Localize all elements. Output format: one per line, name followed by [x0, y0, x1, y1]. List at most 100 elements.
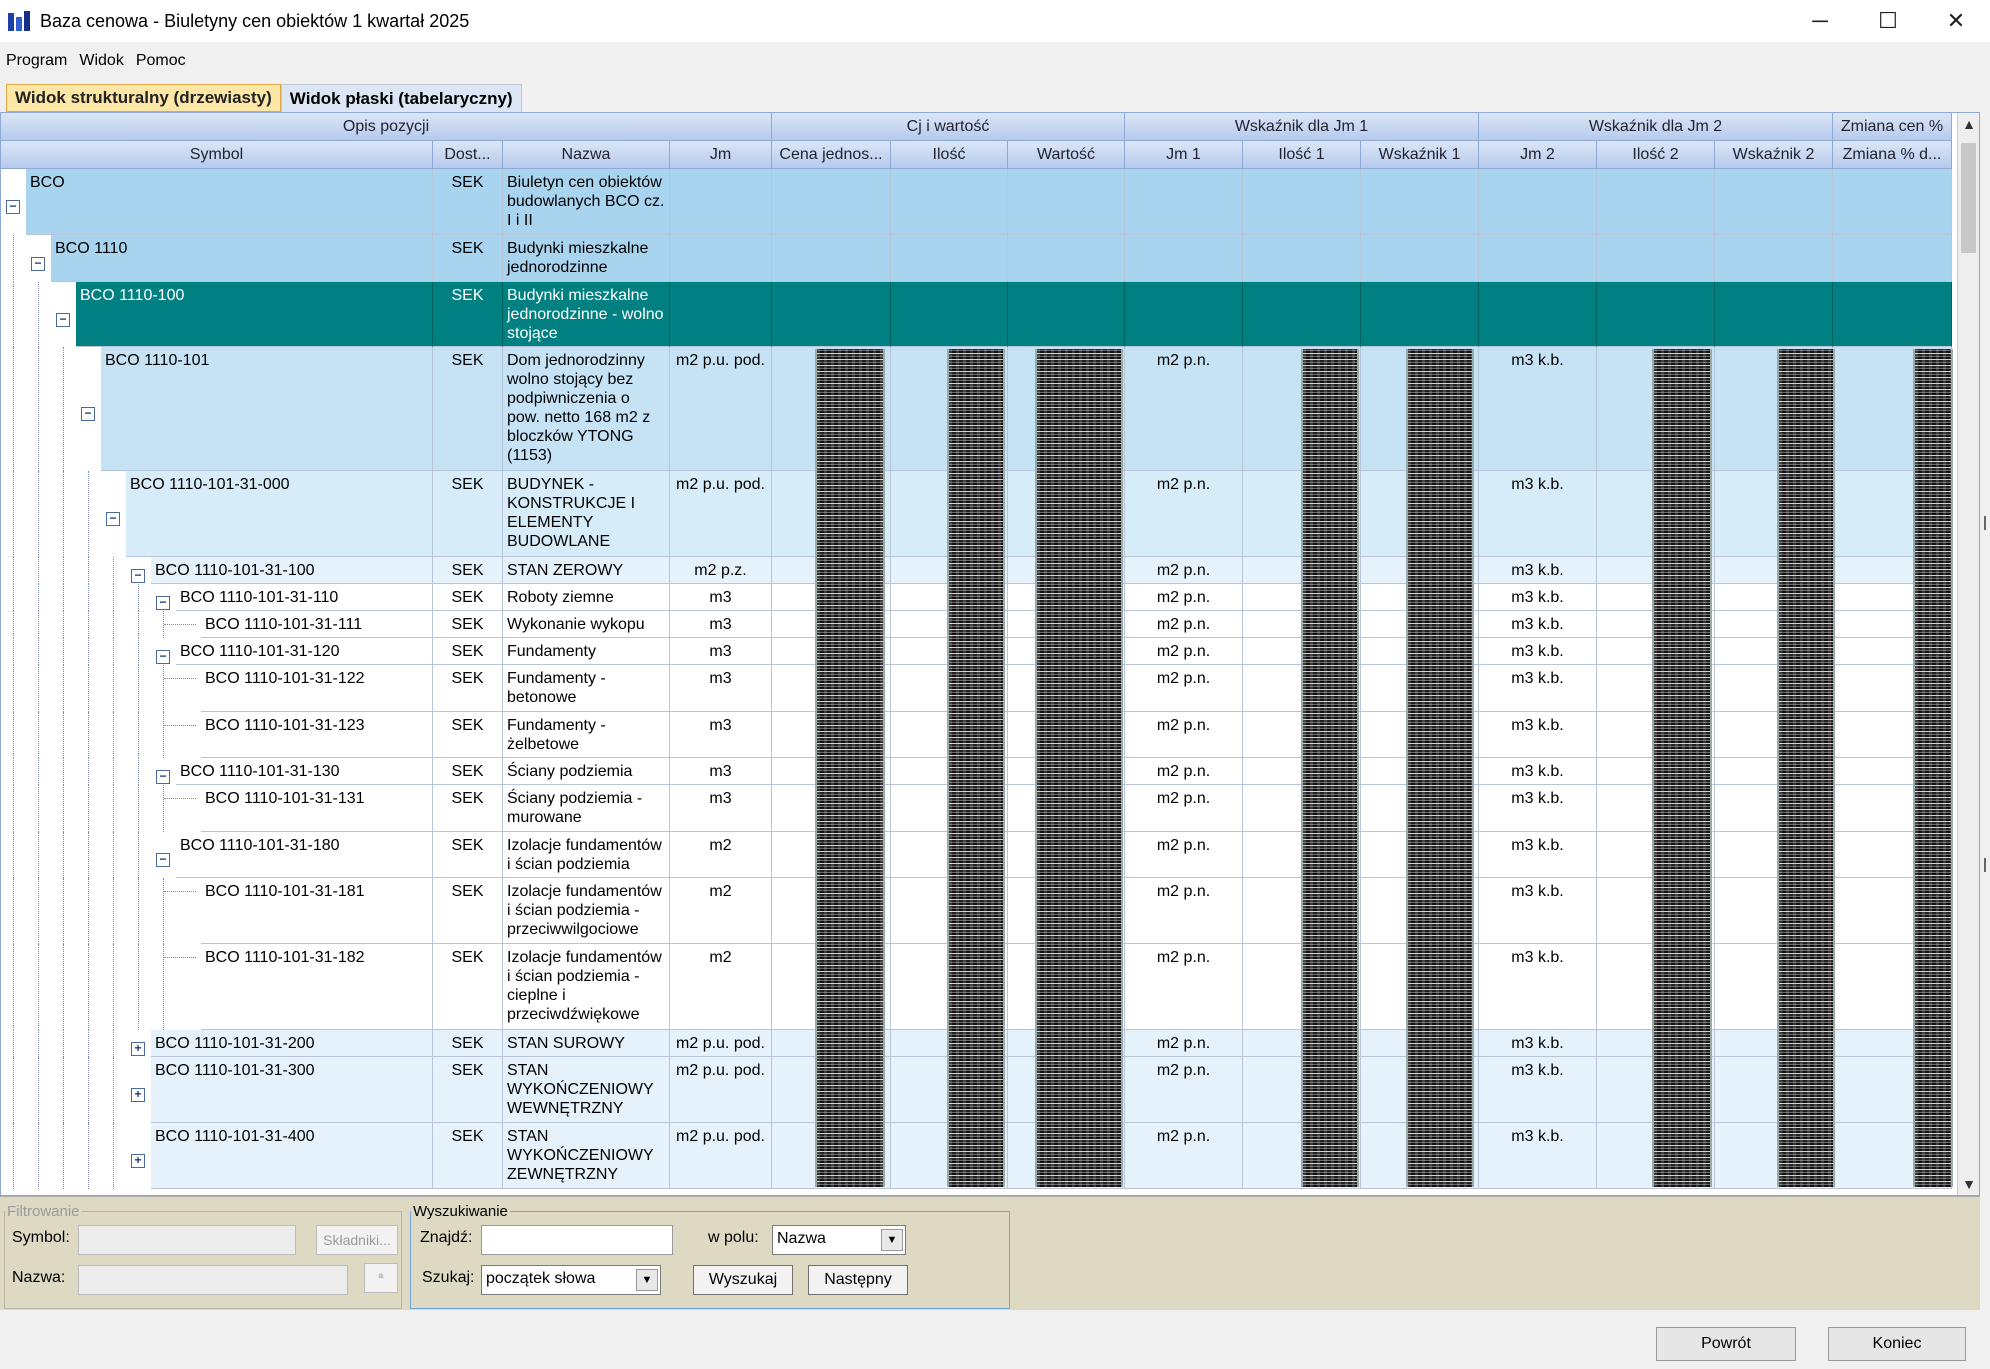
collapse-icon[interactable]: −	[131, 569, 145, 583]
collapse-icon[interactable]: −	[56, 313, 70, 327]
symbol-cell[interactable]: BCO 1110-101-31-131	[201, 785, 433, 832]
column-header[interactable]: Jm 1	[1125, 141, 1243, 169]
unit2-cell[interactable]: m3 k.b.	[1479, 1030, 1597, 1057]
unit1-cell[interactable]: m2 p.n.	[1125, 878, 1243, 944]
unit2-cell[interactable]: m3 k.b.	[1479, 584, 1597, 611]
column-header[interactable]: Cena jednos...	[772, 141, 891, 169]
name-cell[interactable]: Budynki mieszkalne jednorodzinne	[503, 235, 670, 282]
quantity1-cell[interactable]	[1243, 169, 1361, 235]
name-cell[interactable]: STAN SUROWY	[503, 1030, 670, 1057]
unit1-cell[interactable]	[1125, 169, 1243, 235]
symbol-cell[interactable]: BCO 1110-101-31-100	[151, 557, 433, 584]
unit-cell[interactable]: m2 p.z.	[670, 557, 772, 584]
collapse-icon[interactable]: −	[156, 770, 170, 784]
unit1-cell[interactable]: m2 p.n.	[1125, 557, 1243, 584]
column-header[interactable]: Jm	[670, 141, 772, 169]
name-filter-input[interactable]	[78, 1265, 348, 1295]
column-header[interactable]: Zmiana % d...	[1833, 141, 1952, 169]
unit1-cell[interactable]: m2 p.n.	[1125, 1123, 1243, 1189]
supplier-cell[interactable]: SEK	[433, 638, 503, 665]
back-button[interactable]: Powrót	[1656, 1327, 1796, 1361]
symbol-cell[interactable]: BCO 1110-100	[76, 282, 433, 347]
indicator2-cell[interactable]	[1715, 282, 1833, 347]
filter-apply-button[interactable]: ª	[364, 1263, 398, 1293]
unit-cell[interactable]: m2 p.u. pod.	[670, 471, 772, 557]
menu-widok[interactable]: Widok	[73, 52, 129, 70]
collapse-icon[interactable]: −	[31, 257, 45, 271]
unit2-cell[interactable]: m3 k.b.	[1479, 1123, 1597, 1189]
supplier-cell[interactable]: SEK	[433, 832, 503, 878]
indicator1-cell[interactable]	[1361, 169, 1479, 235]
name-cell[interactable]: BUDYNEK - KONSTRUKCJE I ELEMENTY BUDOWLA…	[503, 471, 670, 557]
collapse-icon[interactable]: −	[156, 650, 170, 664]
tab-structural-view[interactable]: Widok strukturalny (drzewiasty)	[6, 84, 281, 112]
column-header[interactable]: Ilość 2	[1597, 141, 1715, 169]
unit2-cell[interactable]: m3 k.b.	[1479, 471, 1597, 557]
column-header[interactable]: Wskaźnik 1	[1361, 141, 1479, 169]
table-row[interactable]: BCO 1110− SEK Budynki mieszkalne jednorodz…	[1, 235, 1959, 282]
supplier-cell[interactable]: SEK	[433, 785, 503, 832]
end-button[interactable]: Koniec	[1828, 1327, 1966, 1361]
unit-cell[interactable]: m2	[670, 832, 772, 878]
value-cell[interactable]	[1008, 169, 1125, 235]
symbol-cell[interactable]: BCO 1110-101-31-200	[151, 1030, 433, 1057]
symbol-cell[interactable]: BCO 1110-101-31-123	[201, 712, 433, 758]
maximize-button[interactable]: ☐	[1854, 0, 1922, 42]
scroll-thumb[interactable]	[1961, 143, 1976, 253]
supplier-cell[interactable]: SEK	[433, 665, 503, 712]
name-cell[interactable]: STAN WYKOŃCZENIOWY ZEWNĘTRZNY	[503, 1123, 670, 1189]
column-header[interactable]: Dost...	[433, 141, 503, 169]
expand-icon[interactable]: +	[131, 1088, 145, 1102]
supplier-cell[interactable]: SEK	[433, 878, 503, 944]
supplier-cell[interactable]: SEK	[433, 1030, 503, 1057]
indicator1-cell[interactable]	[1361, 282, 1479, 347]
name-cell[interactable]: STAN ZEROWY	[503, 557, 670, 584]
unit1-cell[interactable]: m2 p.n.	[1125, 785, 1243, 832]
unit1-cell[interactable]: m2 p.n.	[1125, 665, 1243, 712]
column-header[interactable]: Symbol	[1, 141, 433, 169]
collapse-icon[interactable]: −	[156, 596, 170, 610]
name-cell[interactable]: Wykonanie wykopu	[503, 611, 670, 638]
symbol-cell[interactable]: BCO 1110-101-31-181	[201, 878, 433, 944]
symbol-cell[interactable]: BCO 1110-101-31-180	[176, 832, 433, 878]
column-header[interactable]: Jm 2	[1479, 141, 1597, 169]
name-cell[interactable]: Izolacje fundamentów i ścian podziemia	[503, 832, 670, 878]
unit2-cell[interactable]	[1479, 282, 1597, 347]
symbol-cell[interactable]: BCO 1110-101-31-122	[201, 665, 433, 712]
indicator2-cell[interactable]	[1715, 169, 1833, 235]
unit2-cell[interactable]: m3 k.b.	[1479, 611, 1597, 638]
symbol-filter-input[interactable]	[78, 1225, 296, 1255]
unit1-cell[interactable]: m2 p.n.	[1125, 347, 1243, 471]
quantity-cell[interactable]	[891, 235, 1008, 282]
scroll-down-icon[interactable]: ▼	[1958, 1173, 1979, 1195]
table-row[interactable]: BCO − SEK Biuletyn cen obiektów budowlanych…	[1, 169, 1959, 235]
unit1-cell[interactable]: m2 p.n.	[1125, 1030, 1243, 1057]
symbol-cell[interactable]: BCO 1110-101-31-120	[176, 638, 433, 665]
supplier-cell[interactable]: SEK	[433, 235, 503, 282]
name-cell[interactable]: Izolacje fundamentów i ścian podziemia -…	[503, 878, 670, 944]
supplier-cell[interactable]: SEK	[433, 944, 503, 1030]
name-cell[interactable]: Fundamenty - żelbetowe	[503, 712, 670, 758]
expand-icon[interactable]: +	[131, 1042, 145, 1056]
table-row[interactable]: BCO 1110-100− SEK Budynki mieszkalne jedno…	[1, 282, 1959, 347]
symbol-cell[interactable]: BCO 1110-101-31-400	[151, 1123, 433, 1189]
symbol-cell[interactable]: BCO	[26, 169, 433, 235]
unit2-cell[interactable]: m3 k.b.	[1479, 347, 1597, 471]
column-header[interactable]: Wskaźnik 2	[1715, 141, 1833, 169]
supplier-cell[interactable]: SEK	[433, 557, 503, 584]
unit-cell[interactable]: m2 p.u. pod.	[670, 1057, 772, 1123]
unit2-cell[interactable]: m3 k.b.	[1479, 832, 1597, 878]
unit-cell[interactable]	[670, 235, 772, 282]
symbol-cell[interactable]: BCO 1110-101-31-000	[126, 471, 433, 557]
symbol-cell[interactable]: BCO 1110-101-31-130	[176, 758, 433, 785]
supplier-cell[interactable]: SEK	[433, 1123, 503, 1189]
name-cell[interactable]: Fundamenty	[503, 638, 670, 665]
collapse-icon[interactable]: −	[106, 512, 120, 526]
unit1-cell[interactable]: m2 p.n.	[1125, 584, 1243, 611]
field-select[interactable]: Nazwa ▼	[772, 1225, 906, 1255]
components-button[interactable]: Składniki...	[316, 1225, 398, 1255]
symbol-cell[interactable]: BCO 1110	[51, 235, 433, 282]
unit-cell[interactable]	[670, 282, 772, 347]
menu-program[interactable]: Program	[0, 52, 73, 70]
quantity-cell[interactable]	[891, 282, 1008, 347]
